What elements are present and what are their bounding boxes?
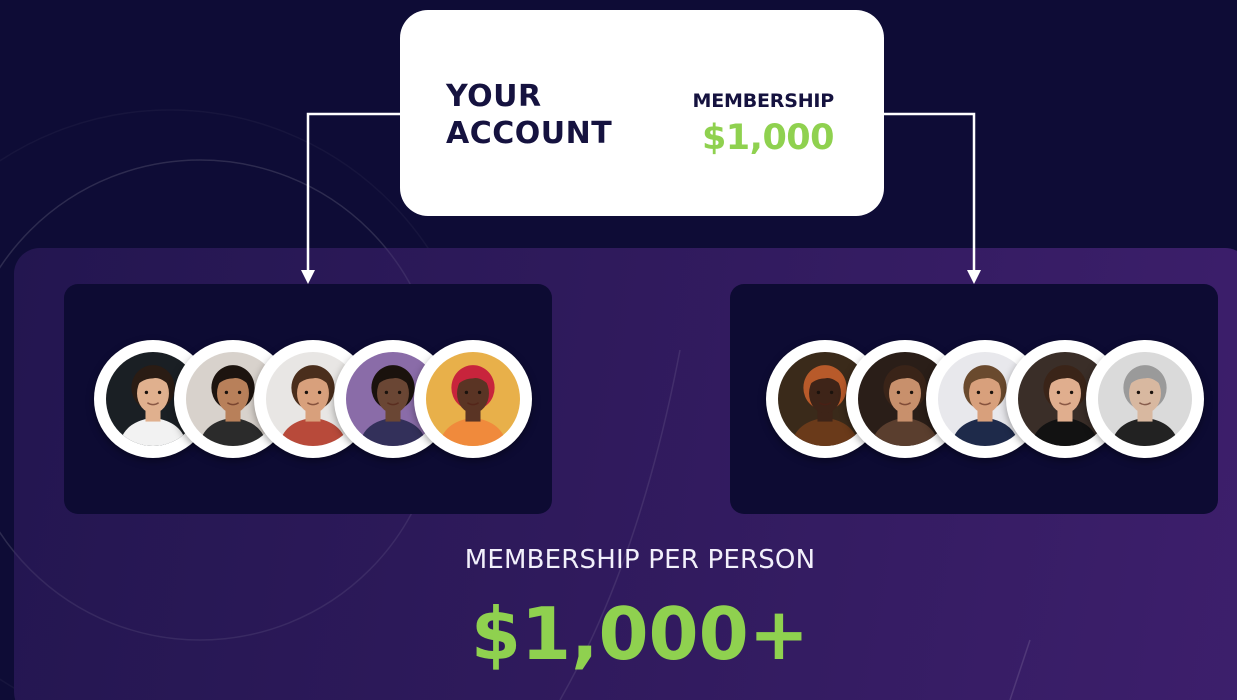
account-membership-amount: $1,000 [701, 118, 835, 158]
avatar-photo [426, 352, 520, 446]
avatar-photo [1098, 352, 1192, 446]
account-title-line2: ACCOUNT [446, 116, 613, 151]
avatar-row [94, 340, 532, 460]
membership-per-person-label: MEMBERSHIP PER PERSON [464, 545, 816, 575]
your-account-card: YOUR ACCOUNT MEMBERSHIP $1,000 [400, 10, 884, 216]
member-avatar [1086, 340, 1204, 458]
referral-group-left [64, 284, 552, 514]
referral-diagram: YOUR ACCOUNT MEMBERSHIP $1,000 MEMBERSHI… [0, 0, 1237, 700]
account-title: YOUR ACCOUNT [446, 78, 656, 152]
referral-group-right [730, 284, 1218, 514]
membership-per-person-amount: $1,000+ [470, 592, 810, 676]
person-portrait-icon [426, 352, 520, 446]
account-membership-label: MEMBERSHIP [692, 90, 835, 112]
person-portrait-icon [1098, 352, 1192, 446]
member-avatar [414, 340, 532, 458]
avatar-row [766, 340, 1204, 460]
account-title-line1: YOUR [446, 79, 542, 114]
